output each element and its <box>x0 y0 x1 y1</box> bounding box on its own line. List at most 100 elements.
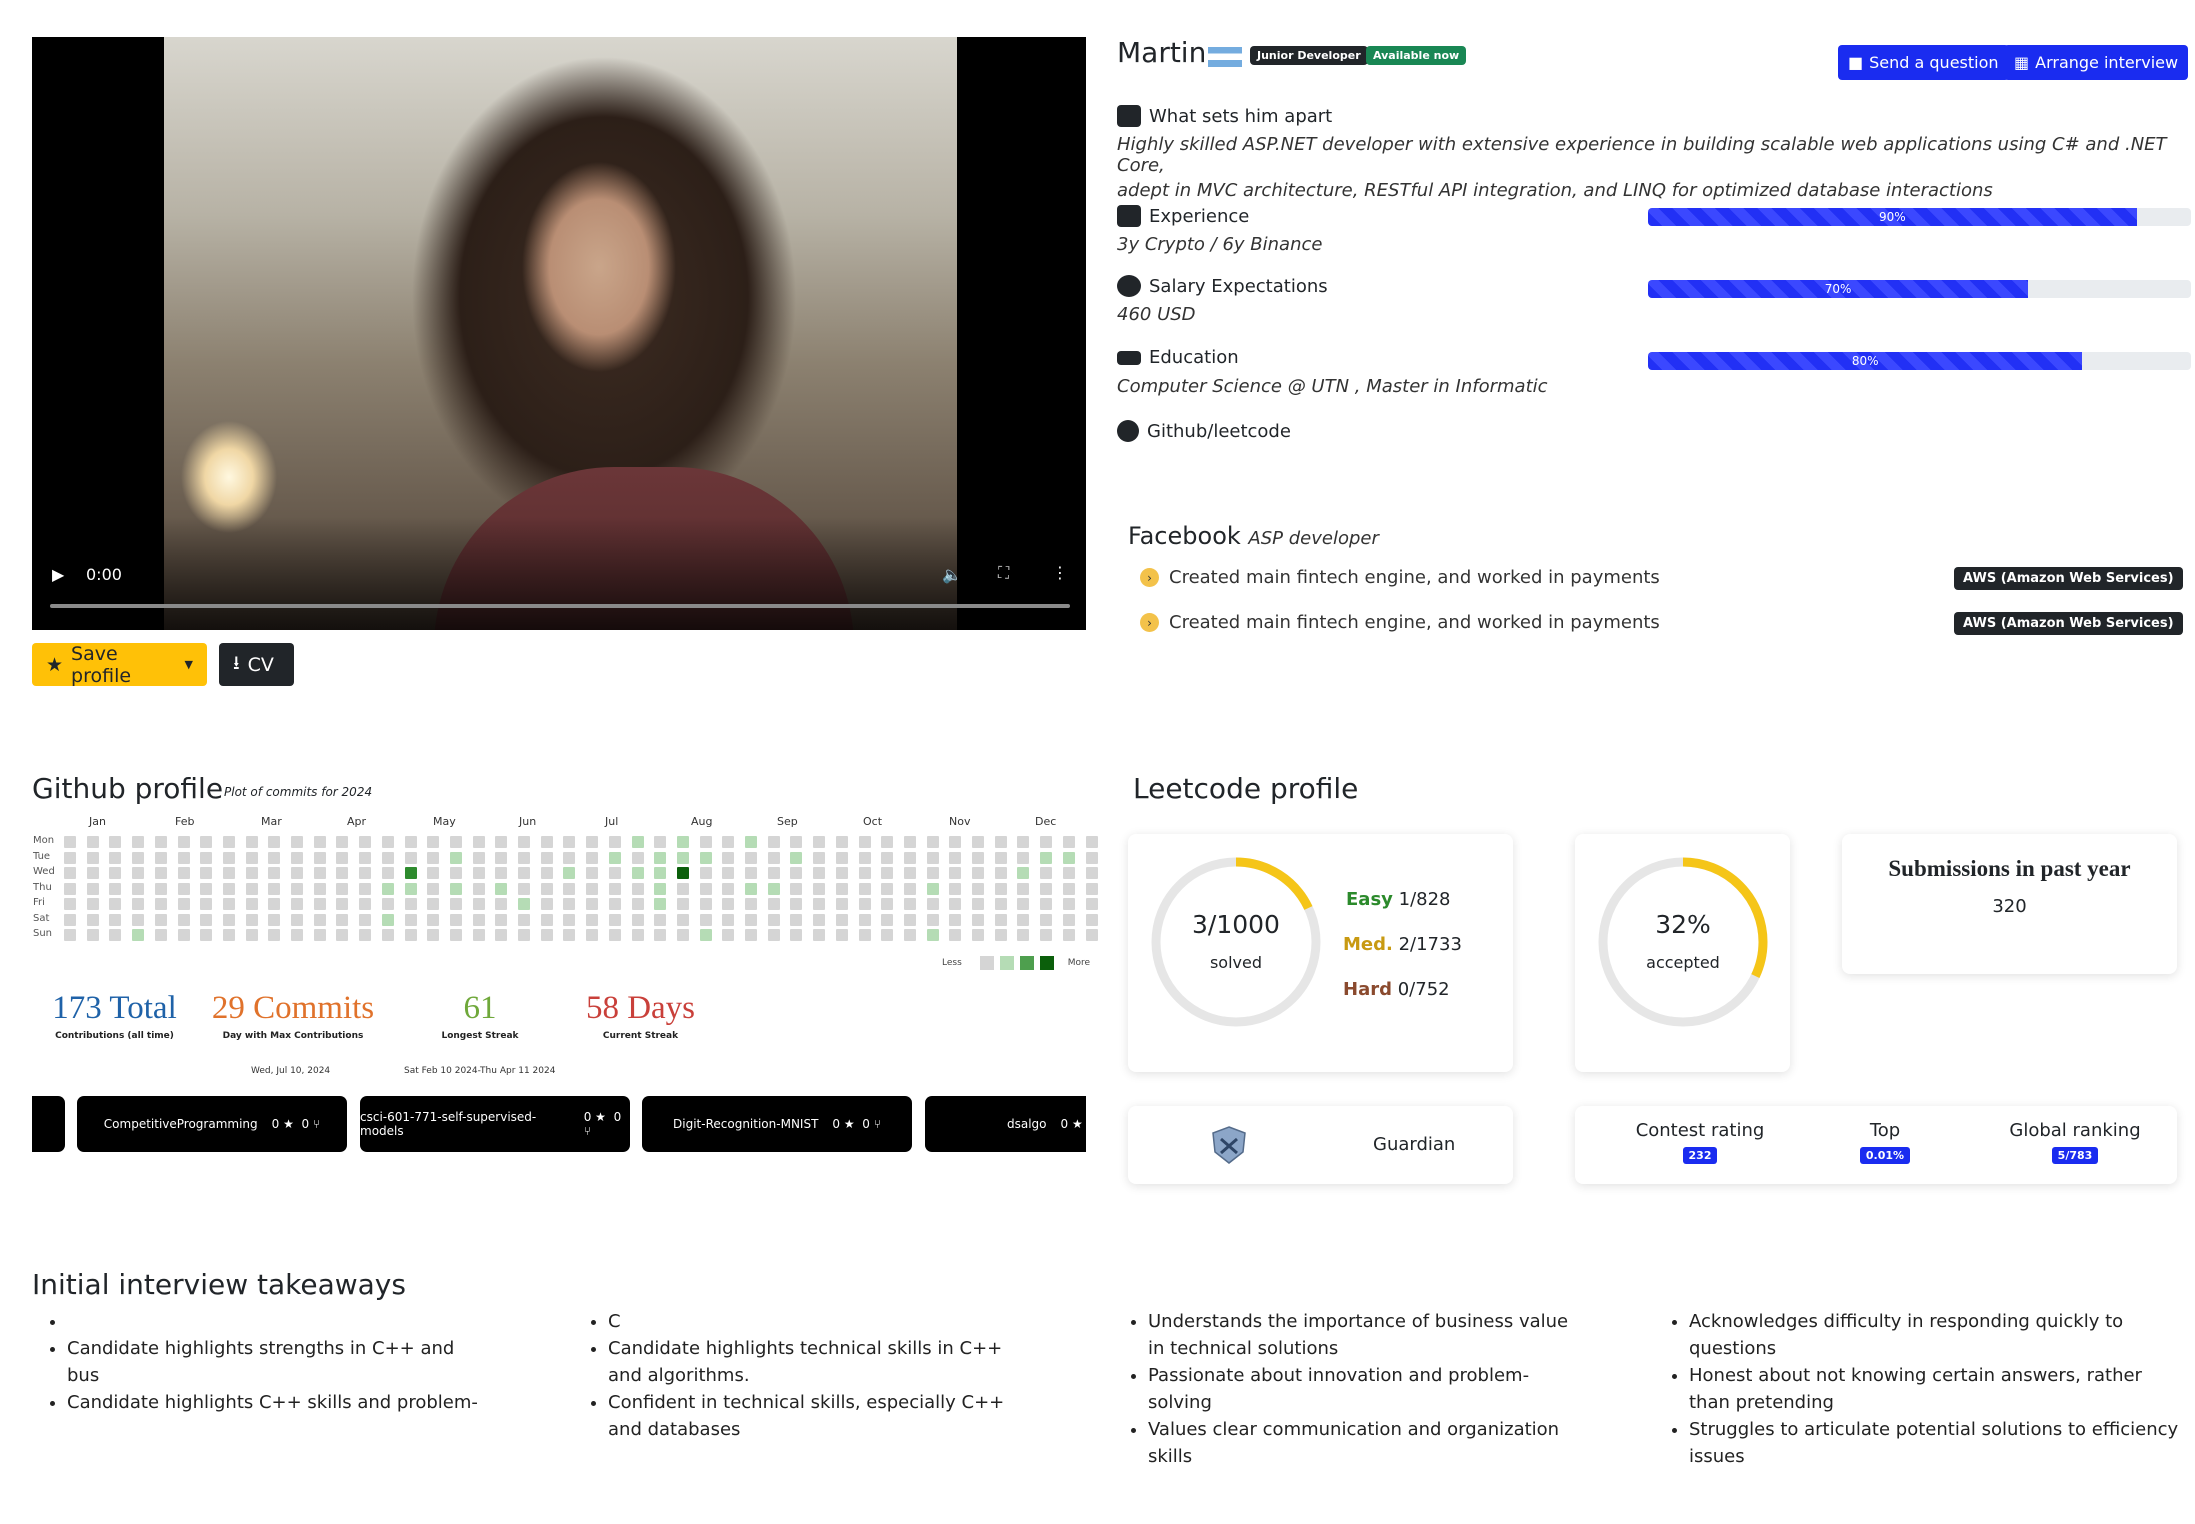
heatmap-cell <box>1017 836 1030 848</box>
badge-name: Guardian <box>1373 1134 1456 1155</box>
heatmap-cell <box>540 913 553 926</box>
calendar-icon: ▦ <box>2014 53 2030 72</box>
more-options-icon[interactable]: ⋮ <box>1052 563 1068 582</box>
contest-rating-label: Contest rating <box>1635 1120 1765 1141</box>
repo-stars: 0 <box>832 1117 841 1131</box>
heatmap-cell <box>291 836 303 848</box>
arrange-interview-button[interactable]: ▦ Arrange interview <box>2004 45 2189 80</box>
heatmap-month-label: Nov <box>949 815 971 828</box>
heatmap-cell <box>291 851 303 864</box>
heatmap-cell <box>518 898 530 910</box>
education-progress-fill: 80% <box>1648 352 2083 370</box>
heatmap-cell <box>654 867 667 879</box>
accepted-value: 32% <box>1655 910 1711 939</box>
play-icon[interactable]: ▶ <box>52 565 64 584</box>
heatmap-cell <box>472 867 485 879</box>
heatmap-cell <box>518 867 530 879</box>
heatmap-cell <box>132 882 145 895</box>
heatmap-cell <box>676 836 689 848</box>
salary-heading: Salary Expectations <box>1117 275 1328 297</box>
arrange-interview-label: Arrange interview <box>2035 53 2179 72</box>
heatmap-cell <box>926 929 939 941</box>
heatmap-cell <box>268 898 281 910</box>
github-leetcode-link[interactable]: Github/leetcode <box>1117 420 1291 442</box>
repo-name: dsalgo <box>1007 1117 1047 1131</box>
heatmap-cell <box>926 851 939 864</box>
heatmap-cell <box>381 836 394 848</box>
save-profile-button[interactable]: ★ Save profile ▼ <box>32 643 207 687</box>
heatmap-cell <box>1040 913 1053 926</box>
submissions-card: Submissions in past year 320 <box>1842 834 2177 974</box>
heatmap-cell <box>336 836 349 848</box>
legend-swatch <box>1019 956 1034 970</box>
heatmap-cell <box>835 882 848 895</box>
heatmap-cell <box>404 898 417 910</box>
heatmap-cell <box>109 913 122 926</box>
heatmap-cell <box>1085 867 1098 879</box>
heatmap-day-label: Sat <box>33 912 50 924</box>
heatmap-cell <box>608 929 621 941</box>
heatmap-cell <box>291 913 303 926</box>
heatmap-cell <box>449 851 462 864</box>
heatmap-cell <box>64 836 76 848</box>
video-player[interactable]: ▶ 0:00 🔈 ⛶ ⋮ <box>32 37 1086 630</box>
heatmap-cell <box>472 913 485 926</box>
argentina-flag-icon <box>1208 47 1242 67</box>
github-section-subtitle: Plot of commits for 2024 <box>224 785 373 799</box>
heatmap-cell <box>1062 836 1075 848</box>
heatmap-cell <box>336 851 349 864</box>
heatmap-cell <box>949 913 962 926</box>
fullscreen-icon[interactable]: ⛶ <box>998 563 1009 583</box>
heatmap-cell <box>427 867 440 879</box>
heatmap-cell <box>154 836 167 848</box>
heatmap-cell <box>1062 898 1075 910</box>
github-leetcode-label: Github/leetcode <box>1147 420 1291 442</box>
heatmap-cell <box>1017 882 1030 895</box>
heatmap-cell <box>699 836 712 848</box>
github-section-title: Github profile <box>32 772 224 805</box>
repo-carousel[interactable]: CompetitiveProgramming 0 ★ 0 ⑂ csci-601-… <box>32 1096 1086 1154</box>
heatmap-cell <box>745 836 757 848</box>
medium-stat: Med. 2/1733 <box>1343 934 1462 955</box>
takeaway-item: Honest about not knowing certain answers… <box>1689 1362 2184 1416</box>
volume-icon[interactable]: 🔈 <box>942 565 962 584</box>
heatmap-cell <box>359 851 372 864</box>
heatmap-cell <box>200 867 213 879</box>
caret-down-icon: ▼ <box>184 658 193 671</box>
heatmap-month-label: Apr <box>347 815 367 828</box>
takeaways-column: Acknowledges difficulty in responding qu… <box>1654 1308 2184 1470</box>
heatmap-cell <box>654 929 667 941</box>
send-question-button[interactable]: ■ Send a question <box>1838 45 2009 80</box>
heatmap-cell <box>222 867 235 879</box>
heatmap-cell <box>881 882 894 895</box>
download-cv-button[interactable]: ⭳ CV <box>219 643 294 686</box>
heatmap-cell <box>1062 929 1075 941</box>
heatmap-cell <box>200 913 213 926</box>
fork-icon: ⑂ <box>313 1117 321 1131</box>
heatmap-cell <box>109 867 122 879</box>
heatmap-cell <box>722 836 735 848</box>
cv-label: CV <box>247 653 274 676</box>
heatmap-cell <box>313 913 326 926</box>
solved-label: solved <box>1209 953 1263 972</box>
video-progress-bar[interactable] <box>50 604 1070 608</box>
repo-card[interactable]: dsalgo 0 ★ <box>925 1096 1086 1152</box>
about-text-line1: Highly skilled ASP.NET developer with ex… <box>1117 134 2167 176</box>
heatmap-cell <box>222 882 235 895</box>
heatmap-cell <box>336 913 349 926</box>
repo-card[interactable]: CompetitiveProgramming 0 ★ 0 ⑂ <box>77 1096 347 1152</box>
heatmap-cell <box>813 929 826 941</box>
top-value: 0.01% <box>1859 1147 1911 1164</box>
heatmap-cell <box>1017 867 1030 879</box>
repo-card[interactable]: Digit-Recognition-MNIST 0 ★ 0 ⑂ <box>642 1096 912 1152</box>
heatmap-cell <box>631 851 644 864</box>
solved-value: 3/1000 <box>1192 910 1280 939</box>
heatmap-cell <box>1085 836 1098 848</box>
repo-card[interactable] <box>32 1096 65 1152</box>
heatmap-cell <box>359 929 372 941</box>
heatmap-cell <box>949 929 962 941</box>
heatmap-month-label: Jun <box>519 815 537 828</box>
heatmap-cell <box>813 882 826 895</box>
repo-card[interactable]: csci-601-771-self-supervised-models 0 ★ … <box>360 1096 630 1152</box>
heatmap-cell <box>495 913 508 926</box>
